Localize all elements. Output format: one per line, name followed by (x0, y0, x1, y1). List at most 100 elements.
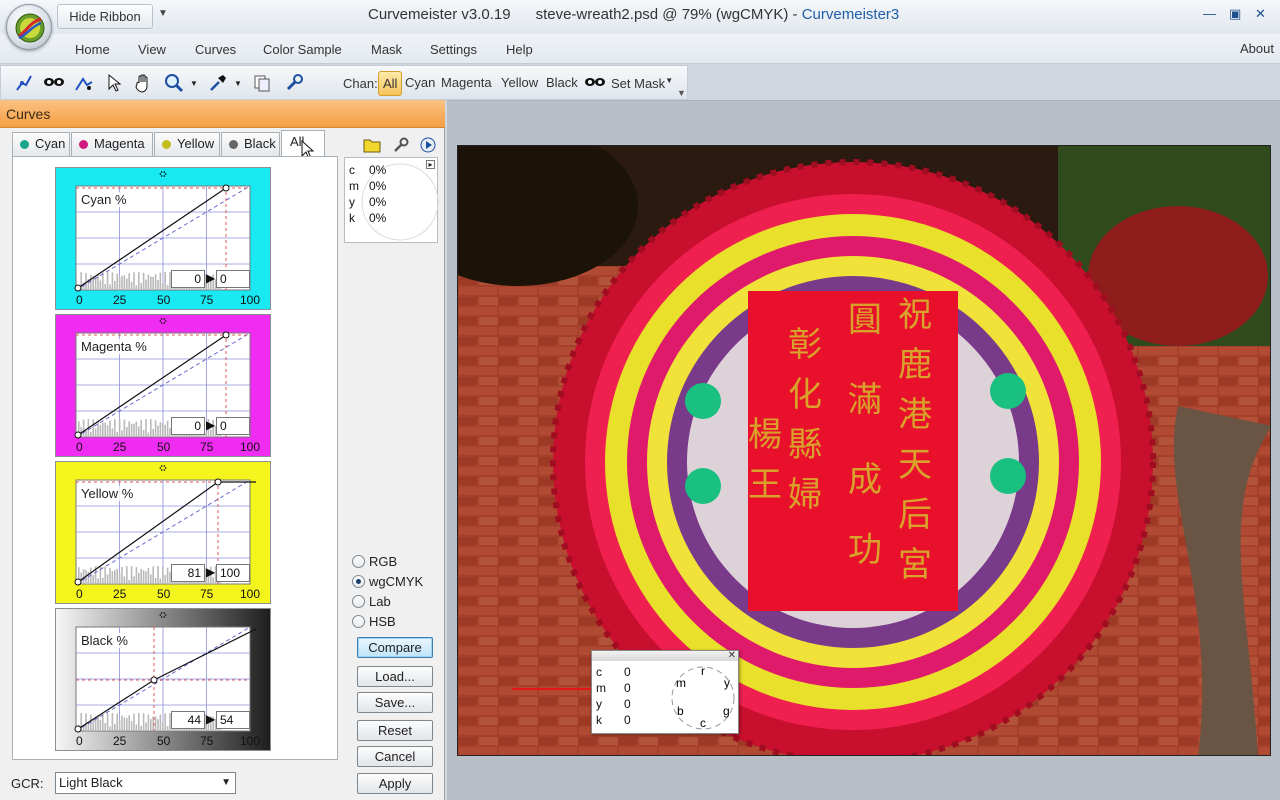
channel-black-button[interactable]: Black (544, 71, 580, 96)
sampler-titlebar[interactable] (592, 651, 738, 661)
mode-lab-label: Lab (369, 594, 391, 609)
set-mask-button[interactable]: Set Mask▼ (611, 76, 673, 91)
svg-text:楊: 楊 (748, 415, 782, 455)
menu-view[interactable]: View (138, 42, 166, 57)
toolbar-overflow-icon[interactable]: ▼ (677, 88, 686, 98)
apply-button[interactable]: Apply (357, 773, 433, 794)
menu-settings[interactable]: Settings (430, 42, 477, 57)
menu-about[interactable]: About (1240, 41, 1274, 56)
hide-ribbon-button[interactable]: Hide Ribbon (57, 4, 153, 29)
wheel-y: y (724, 676, 730, 690)
mode-hsb-radio[interactable]: HSB (352, 614, 396, 629)
menu-mask[interactable]: Mask (371, 42, 402, 57)
reset-button[interactable]: Reset (357, 720, 433, 741)
close-button[interactable]: ✕ (1255, 6, 1266, 22)
mode-wgcmyk-radio[interactable]: wgCMYK (352, 574, 423, 589)
channel-magenta-button[interactable]: Magenta (439, 71, 494, 96)
svg-text:彰: 彰 (788, 325, 822, 365)
app-menu-button[interactable] (6, 4, 52, 50)
tab-cyan[interactable]: Cyan (12, 132, 70, 156)
svg-text:后: 后 (898, 495, 932, 535)
tab-yellow[interactable]: Yellow (154, 132, 220, 156)
tab-black[interactable]: Black (221, 132, 280, 156)
readout-expand-icon[interactable]: ▸ (426, 160, 435, 169)
sampler-close-icon[interactable]: ✕ (728, 650, 736, 661)
window-title: Curvemeister v3.0.19 steve-wreath2.psd @… (368, 6, 899, 23)
axis-tick-label: 75 (200, 440, 214, 454)
wheel-r: r (701, 664, 705, 678)
tab-black-label: Black (244, 136, 276, 151)
document-image[interactable]: 祝圓 鹿滿 港成 天功 后宮 彰化 縣婦 楊王 (457, 145, 1271, 756)
sampler-value-c: 0 (624, 665, 631, 679)
curve-input-value-0[interactable]: 0 (171, 270, 205, 288)
hand-icon[interactable] (133, 72, 155, 94)
channel-yellow-button[interactable]: Yellow (499, 71, 540, 96)
ribbon-menu: Home View Curves Color Sample Mask Setti… (0, 34, 1280, 64)
zoom-icon[interactable] (163, 72, 185, 94)
gcr-select[interactable]: Light Black ▼ (55, 772, 236, 794)
mask-icon[interactable] (43, 72, 65, 94)
curve-graph-2[interactable]: Yellow % 81 ▶ 100 0 25 50 75 100 (55, 461, 271, 604)
svg-text:化: 化 (788, 375, 822, 415)
channel-cyan-button[interactable]: Cyan (403, 71, 437, 96)
pointer-icon[interactable] (103, 72, 125, 94)
maximize-button[interactable]: ▣ (1229, 6, 1241, 22)
menu-help[interactable]: Help (506, 42, 533, 57)
mode-lab-radio[interactable]: Lab (352, 594, 391, 609)
wrench-icon[interactable] (283, 72, 305, 94)
curve-graph-0[interactable]: Cyan % 0 ▶ 0 0 25 50 75 100 (55, 167, 271, 310)
eyedropper-dropdown-icon[interactable]: ▼ (233, 72, 243, 94)
mode-hsb-label: HSB (369, 614, 396, 629)
load-button[interactable]: Load... (357, 666, 433, 687)
curve-input-value-1[interactable]: 0 (171, 417, 205, 435)
title-bar: Hide Ribbon ▼ Curvemeister v3.0.19 steve… (0, 0, 1280, 50)
curve-output-value-1[interactable]: 0 (216, 417, 250, 435)
eyedropper-icon[interactable] (207, 72, 229, 94)
set-mask-icon[interactable] (584, 72, 606, 94)
compare-button[interactable]: Compare (357, 637, 433, 658)
sample-tool-icon[interactable] (73, 72, 95, 94)
svg-text:祝: 祝 (898, 295, 932, 335)
curve-graph-1[interactable]: Magenta % 0 ▶ 0 0 25 50 75 100 (55, 314, 271, 457)
radio-hsb-circle (352, 615, 365, 628)
copy-icon[interactable] (251, 72, 273, 94)
save-button[interactable]: Save... (357, 692, 433, 713)
settings-wrench-icon[interactable] (392, 136, 410, 154)
svg-text:鹿: 鹿 (898, 345, 932, 385)
curve-graph-3[interactable]: Black % 44 ▶ 54 0 25 50 75 100 (55, 608, 271, 751)
curve-input-value-3[interactable]: 44 (171, 711, 205, 729)
curve-output-value-2[interactable]: 100 (216, 564, 250, 582)
curve-input-value-2[interactable]: 81 (171, 564, 205, 582)
tab-yellow-label: Yellow (177, 136, 215, 151)
tab-magenta[interactable]: Magenta (71, 132, 153, 156)
axis-tick-label: 100 (240, 440, 261, 454)
color-sampler-popup[interactable]: ✕ c 0 m 0 y 0 k 0 r m y b g c (591, 650, 739, 734)
axis-tick-label: 100 (240, 587, 261, 601)
mode-wgcmyk-label: wgCMYK (369, 574, 424, 589)
tab-magenta-label: Magenta (94, 136, 145, 151)
sampler-value-k: 0 (624, 713, 631, 727)
graph-label-0: Cyan % (79, 192, 129, 207)
mode-rgb-radio[interactable]: RGB (352, 554, 397, 569)
set-mask-dropdown-icon: ▼ (665, 76, 674, 85)
curve-map-arrow-icon: ▶ (206, 565, 216, 579)
minimize-button[interactable]: — (1203, 6, 1216, 21)
channel-all-button[interactable]: All (378, 71, 403, 96)
quick-access-dropdown-icon[interactable]: ▼ (158, 8, 168, 19)
folder-icon[interactable] (362, 136, 382, 154)
axis-tick-label: 0 (76, 587, 83, 601)
menu-curves[interactable]: Curves (195, 42, 236, 57)
svg-text:成: 成 (848, 460, 882, 500)
zoom-dropdown-icon[interactable]: ▼ (189, 72, 199, 94)
gcr-label: GCR: (11, 776, 44, 791)
cancel-button[interactable]: Cancel (357, 746, 433, 767)
menu-home[interactable]: Home (75, 42, 110, 57)
set-mask-label: Set Mask (611, 76, 666, 91)
axis-tick-label: 25 (113, 440, 127, 454)
curves-panel-header: Curves (0, 100, 445, 128)
curve-pen-icon[interactable] (13, 72, 35, 94)
play-icon[interactable] (419, 136, 437, 154)
menu-color-sample[interactable]: Color Sample (263, 42, 342, 57)
curve-output-value-0[interactable]: 0 (216, 270, 250, 288)
curve-output-value-3[interactable]: 54 (216, 711, 250, 729)
